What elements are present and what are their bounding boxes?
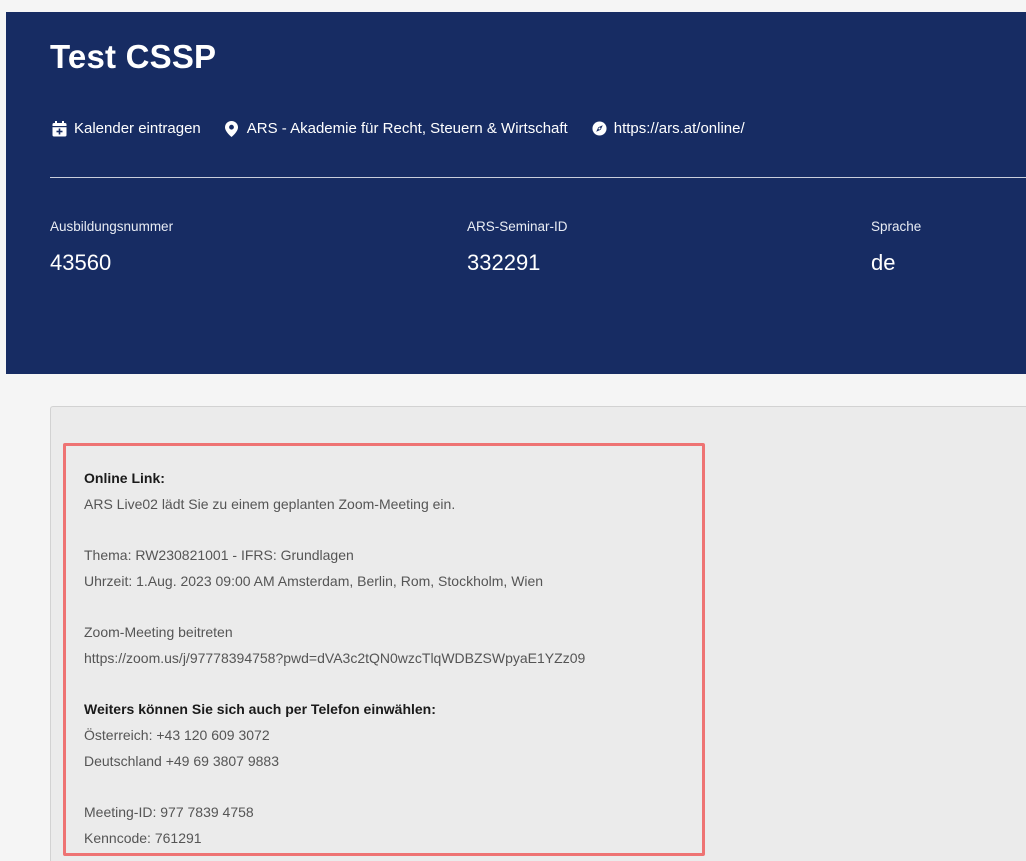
join-meeting-label: Zoom-Meeting beitreten: [84, 624, 233, 640]
phone-austria: Österreich: +43 120 609 3072: [84, 727, 270, 743]
compass-icon: [592, 120, 607, 137]
language-label: Sprache: [871, 219, 922, 234]
language-field: Sprache de: [871, 219, 921, 276]
map-pin-icon: [224, 120, 240, 137]
seminar-meta-row: Kalender eintragen ARS - Akademie für Re…: [52, 120, 769, 137]
header-divider: [50, 177, 1026, 178]
seminar-id-label: ARS-Seminar-ID: [467, 219, 568, 234]
training-number-label: Ausbildungsnummer: [50, 219, 174, 234]
topic-line: Thema: RW230821001 - IFRS: Grundlagen: [84, 547, 354, 563]
time-line: Uhrzeit: 1.Aug. 2023 09:00 AM Amsterdam,…: [84, 573, 544, 589]
online-url-label: https://ars.at/online/: [613, 120, 745, 137]
join-meeting-link[interactable]: https://zoom.us/j/97778394758?pwd=dVA3c2…: [84, 650, 585, 666]
language-value: de: [871, 250, 896, 275]
training-number-field: Ausbildungsnummer 43560: [50, 219, 173, 276]
phone-dial-in-heading: Weiters können Sie sich auch per Telefon…: [84, 701, 436, 717]
location-item: ARS - Akademie für Recht, Steuern & Wirt…: [224, 120, 568, 137]
add-to-calendar-link[interactable]: Kalender eintragen: [52, 120, 201, 137]
meeting-id: Meeting-ID: 977 7839 4758: [84, 804, 254, 820]
add-to-calendar-label: Kalender eintragen: [74, 120, 201, 137]
location-label: ARS - Akademie für Recht, Steuern & Wirt…: [246, 120, 568, 137]
calendar-plus-icon: [52, 120, 67, 137]
seminar-id-field: ARS-Seminar-ID 332291: [467, 219, 568, 276]
meeting-passcode: Kenncode: 761291: [84, 830, 202, 846]
seminar-header: Test CSSP Kalender eintragen ARS - Akade…: [6, 12, 1026, 374]
seminar-id-value: 332291: [467, 250, 541, 275]
online-link-heading: Online Link:: [84, 470, 165, 486]
online-info-text: Online Link: ARS Live02 lädt Sie zu eine…: [84, 465, 694, 851]
phone-germany: Deutschland +49 69 3807 9883: [84, 753, 279, 769]
online-url-link[interactable]: https://ars.at/online/: [592, 120, 745, 137]
training-number-value: 43560: [50, 250, 112, 275]
invite-line: ARS Live02 lädt Sie zu einem geplanten Z…: [84, 496, 456, 512]
page-title: Test CSSP: [50, 38, 217, 75]
